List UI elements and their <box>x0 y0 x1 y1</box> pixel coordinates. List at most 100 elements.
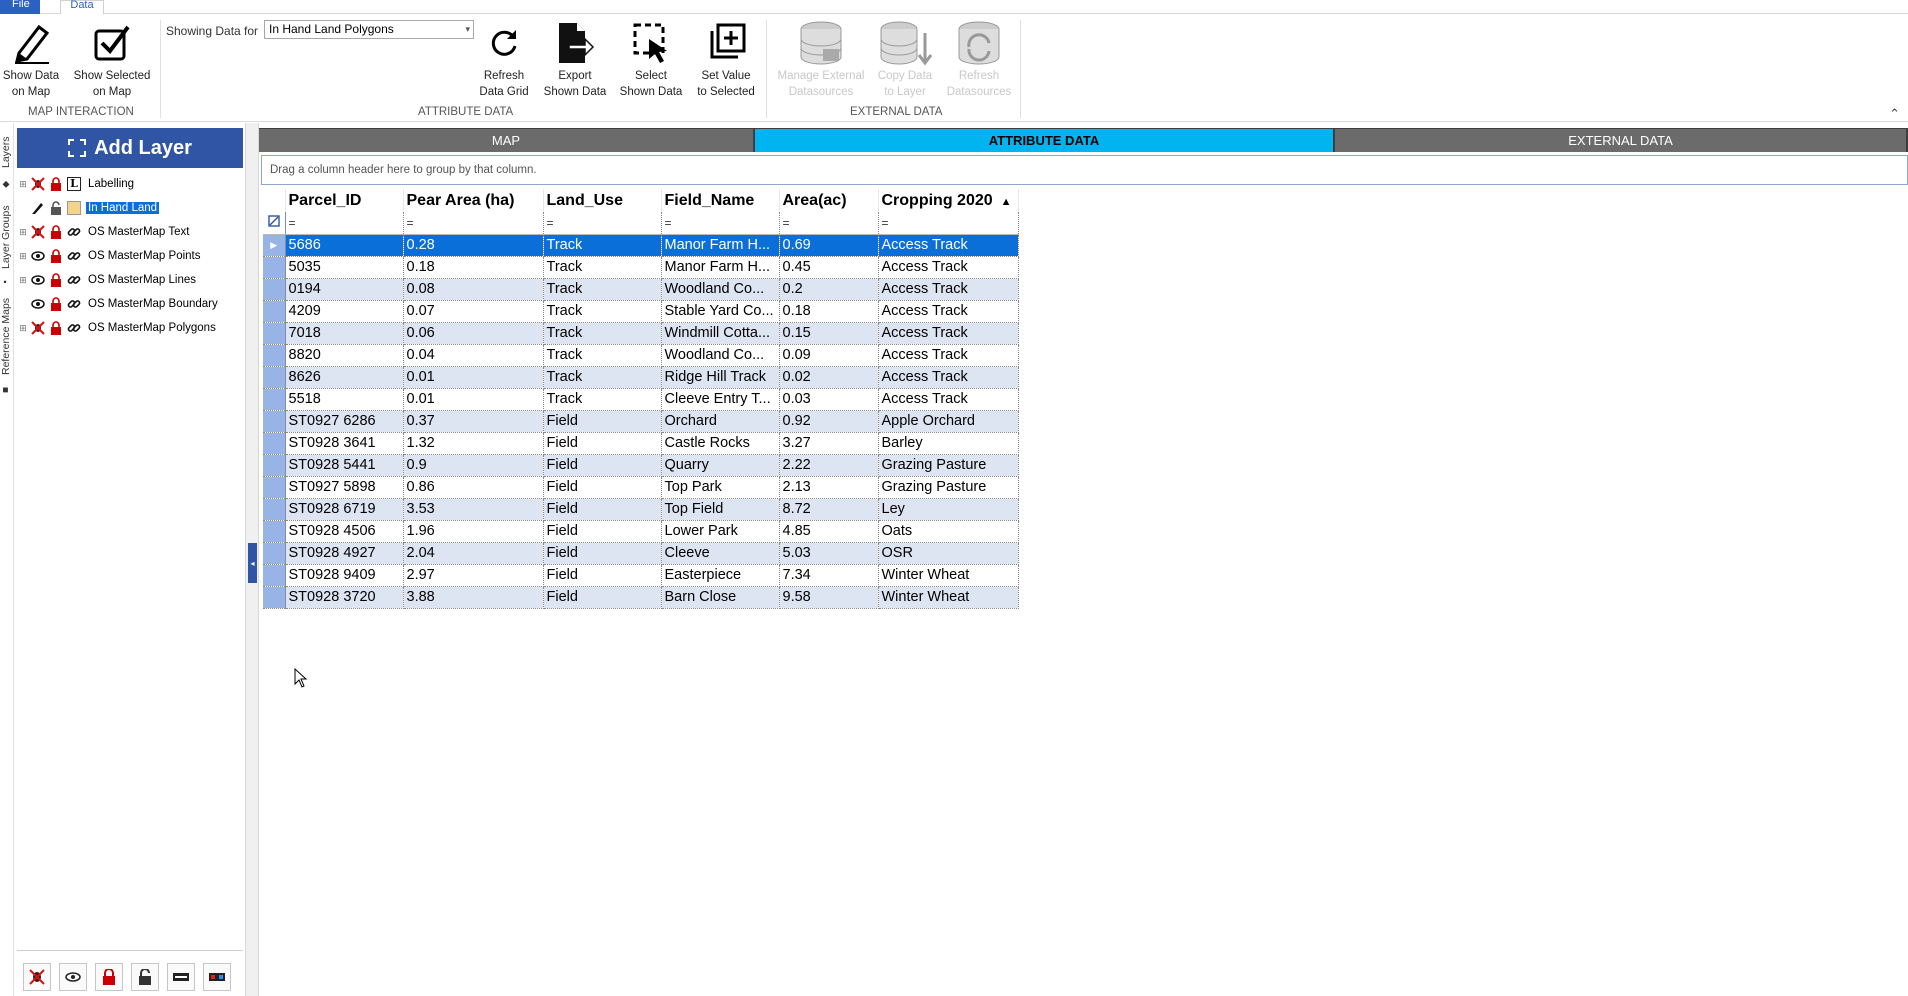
cell-land-use[interactable]: Field <box>543 586 662 609</box>
cell-parcel-id[interactable]: ST0928 5441 <box>285 454 404 477</box>
cell-field-name[interactable]: Cleeve Entry T... <box>661 388 780 411</box>
cell-area-ac[interactable]: 0.03 <box>779 388 879 411</box>
cell-parcel-id[interactable]: 4209 <box>285 300 404 323</box>
cell-area-ac[interactable]: 5.03 <box>779 542 879 565</box>
show-selected-on-map-button[interactable]: Show Selected on Map <box>70 18 154 100</box>
cell-land-use[interactable]: Track <box>543 278 662 301</box>
expand-icon[interactable]: ⊞ <box>17 323 29 334</box>
cell-area-ac[interactable]: 4.85 <box>779 520 879 543</box>
menu-data-tab[interactable]: Data <box>60 0 104 15</box>
cell-field-name[interactable]: Windmill Cotta... <box>661 322 780 345</box>
cell-area-ac[interactable]: 2.22 <box>779 454 879 477</box>
manage-external-datasources-button[interactable]: Manage External Datasources <box>774 18 868 100</box>
sort-ascending-icon[interactable]: ▲ <box>1001 196 1012 208</box>
set-value-to-selected-button[interactable]: Set Value to Selected <box>690 18 762 100</box>
unlock-icon[interactable] <box>47 199 65 217</box>
cell-cropping-2020[interactable]: Grazing Pasture <box>878 454 1019 477</box>
lock-icon[interactable] <box>47 175 65 193</box>
column-header-field-name[interactable]: Field_Name <box>661 189 780 212</box>
cell-land-use[interactable]: Track <box>543 234 662 257</box>
hide-all-icon[interactable] <box>23 963 51 991</box>
cell-field-name[interactable]: Barn Close <box>661 586 780 609</box>
row-indicator[interactable] <box>263 586 286 609</box>
cell-cropping-2020[interactable]: Access Track <box>878 388 1019 411</box>
filter-clear-icon[interactable] <box>263 212 286 235</box>
hidden-icon[interactable] <box>29 175 47 193</box>
row-indicator[interactable] <box>263 300 286 323</box>
layer-item[interactable]: OS MasterMap Boundary <box>17 292 243 316</box>
cell-parcel-id[interactable]: 5518 <box>285 388 404 411</box>
cell-pear-area[interactable]: 0.01 <box>403 366 544 389</box>
cell-cropping-2020[interactable]: Winter Wheat <box>878 564 1019 587</box>
cell-pear-area[interactable]: 2.97 <box>403 564 544 587</box>
cell-field-name[interactable]: Manor Farm H... <box>661 256 780 279</box>
cell-land-use[interactable]: Field <box>543 520 662 543</box>
layer-item[interactable]: ⊞ OS MasterMap Lines <box>17 268 243 292</box>
cell-area-ac[interactable]: 0.45 <box>779 256 879 279</box>
cell-pear-area[interactable]: 0.28 <box>403 234 544 257</box>
cell-cropping-2020[interactable]: Access Track <box>878 300 1019 323</box>
column-header-cropping-2020[interactable]: Cropping 2020 ▲ <box>878 189 1019 212</box>
cell-field-name[interactable]: Manor Farm H... <box>661 234 780 257</box>
table-row[interactable]: 5518 0.01 Track Cleeve Entry T... 0.03 Access… <box>263 388 1019 411</box>
cell-area-ac[interactable]: 0.2 <box>779 278 879 301</box>
cell-cropping-2020[interactable]: Grazing Pasture <box>878 476 1019 499</box>
cell-parcel-id[interactable]: ST0928 3641 <box>285 432 404 455</box>
lock-icon[interactable] <box>47 247 65 265</box>
cell-pear-area[interactable]: 0.18 <box>403 256 544 279</box>
table-row[interactable]: 4209 0.07 Track Stable Yard Co... 0.18 Access… <box>263 300 1019 323</box>
cell-field-name[interactable]: Quarry <box>661 454 780 477</box>
table-row[interactable]: ST0927 5898 0.86 Field Top Park 2.13 Grazing … <box>263 476 1019 499</box>
cell-cropping-2020[interactable]: OSR <box>878 542 1019 565</box>
cell-land-use[interactable]: Track <box>543 344 662 367</box>
add-layer-button[interactable]: Add Layer <box>17 128 243 168</box>
row-indicator[interactable] <box>263 322 286 345</box>
cell-pear-area[interactable]: 3.88 <box>403 586 544 609</box>
layer-item[interactable]: ⊞ OS MasterMap Points <box>17 244 243 268</box>
row-indicator[interactable] <box>263 454 286 477</box>
refresh-data-grid-button[interactable]: Refresh Data Grid <box>472 18 536 100</box>
lock-icon[interactable] <box>47 271 65 289</box>
vtab-layers[interactable]: Layers <box>0 129 14 175</box>
cell-pear-area[interactable]: 2.04 <box>403 542 544 565</box>
copy-data-to-layer-button[interactable]: Copy Data to Layer <box>870 18 940 100</box>
eye-icon[interactable] <box>29 295 47 313</box>
layer-item[interactable]: ⊞ L Labelling <box>17 172 243 196</box>
cell-parcel-id[interactable]: ST0928 4506 <box>285 520 404 543</box>
cell-pear-area[interactable]: 0.08 <box>403 278 544 301</box>
cell-parcel-id[interactable]: 8626 <box>285 366 404 389</box>
pencil-icon[interactable] <box>29 199 47 217</box>
cell-land-use[interactable]: Field <box>543 498 662 521</box>
cell-parcel-id[interactable]: 8820 <box>285 344 404 367</box>
cell-cropping-2020[interactable]: Oats <box>878 520 1019 543</box>
legend-icon[interactable] <box>203 963 231 991</box>
row-indicator[interactable] <box>263 388 286 411</box>
cell-land-use[interactable]: Track <box>543 388 662 411</box>
cell-field-name[interactable]: Stable Yard Co... <box>661 300 780 323</box>
cell-pear-area[interactable]: 0.9 <box>403 454 544 477</box>
cell-cropping-2020[interactable]: Winter Wheat <box>878 586 1019 609</box>
table-row[interactable]: 8820 0.04 Track Woodland Co... 0.09 Access Tr… <box>263 344 1019 367</box>
export-shown-data-button[interactable]: Export Shown Data <box>540 18 610 100</box>
cell-area-ac[interactable]: 7.34 <box>779 564 879 587</box>
row-indicator[interactable] <box>263 344 286 367</box>
cell-parcel-id[interactable]: 5686 <box>285 234 404 257</box>
cell-parcel-id[interactable]: ST0927 6286 <box>285 410 404 433</box>
column-header-parcel-id[interactable]: Parcel_ID <box>285 189 404 212</box>
cell-area-ac[interactable]: 0.92 <box>779 410 879 433</box>
column-header-pear-area[interactable]: Pear Area (ha) <box>403 189 544 212</box>
filter-cell[interactable]: = <box>661 212 780 235</box>
row-indicator[interactable] <box>263 498 286 521</box>
cell-pear-area[interactable]: 0.37 <box>403 410 544 433</box>
cell-land-use[interactable]: Field <box>543 432 662 455</box>
table-row[interactable]: 0194 0.08 Track Woodland Co... 0.2 Access Tra… <box>263 278 1019 301</box>
cell-cropping-2020[interactable]: Access Track <box>878 344 1019 367</box>
lock-icon[interactable] <box>47 319 65 337</box>
cell-field-name[interactable]: Orchard <box>661 410 780 433</box>
row-indicator[interactable] <box>263 520 286 543</box>
cell-pear-area[interactable]: 1.96 <box>403 520 544 543</box>
cell-land-use[interactable]: Field <box>543 454 662 477</box>
hidden-icon[interactable] <box>29 223 47 241</box>
cell-cropping-2020[interactable]: Access Track <box>878 366 1019 389</box>
table-row[interactable]: ST0928 5441 0.9 Field Quarry 2.22 Grazing Pas… <box>263 454 1019 477</box>
